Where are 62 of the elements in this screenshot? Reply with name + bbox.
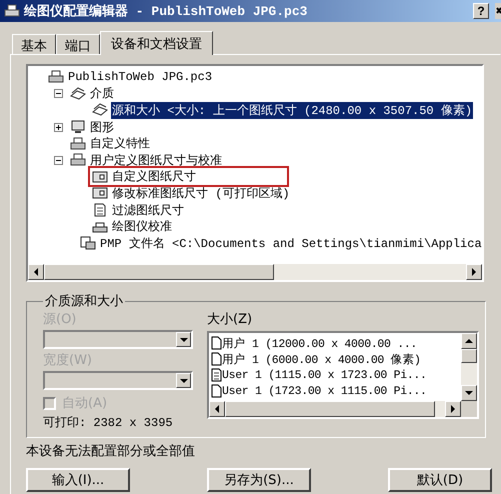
- monitor-icon: [70, 120, 86, 134]
- help-button[interactable]: ?: [473, 3, 489, 19]
- tree-item[interactable]: 源和大小 <大小: 上一个图纸尺寸 (2480.00 x 3507.50 像素): [111, 102, 474, 119]
- paper-stack-icon: [70, 86, 86, 101]
- tree-item[interactable]: 自定义特性: [89, 135, 151, 152]
- scroll-left-icon[interactable]: [209, 401, 225, 417]
- tree-item[interactable]: 绘图仪校准: [111, 218, 173, 236]
- size-label: 大小(Z): [207, 311, 254, 328]
- tab[interactable]: 端口: [56, 34, 100, 54]
- tab[interactable]: 设备和文档设置: [100, 31, 213, 55]
- horizontal-scrollbar[interactable]: [209, 401, 477, 417]
- paper-stack-icon: [92, 103, 108, 118]
- document-icon: [92, 203, 108, 218]
- file-icon: [80, 236, 96, 250]
- dialog-button[interactable]: 输入(I)...: [26, 468, 130, 492]
- tree-item[interactable]: PublishToWeb JPG.pc3: [67, 70, 214, 84]
- expander-icon[interactable]: [54, 89, 63, 98]
- tab[interactable]: 基本: [12, 34, 56, 54]
- scroll-right-icon[interactable]: [445, 401, 461, 417]
- document-icon: [211, 368, 222, 382]
- tree-item[interactable]: 自定义图纸尺寸: [111, 168, 197, 186]
- tree-item[interactable]: 介质: [89, 85, 115, 102]
- page-icon: [211, 384, 222, 398]
- size-item[interactable]: 用户 1 (12000.00 x 4000.00 ...: [222, 336, 418, 350]
- sheet-icon: [92, 170, 108, 184]
- printer-icon: [92, 220, 108, 234]
- scroll-right-icon[interactable]: [466, 264, 482, 280]
- vertical-scrollbar[interactable]: [461, 333, 477, 401]
- tree-item[interactable]: PMP 文件名 <C:\Documents and Settings\tianmimi\Applica: [99, 234, 482, 252]
- scrollbar-thumb[interactable]: [44, 264, 274, 280]
- scrollbar-thumb[interactable]: [461, 349, 477, 363]
- printable-size: 可打印: 2382 x 3395: [43, 415, 174, 431]
- size-item[interactable]: User 1 (1115.00 x 1723.00 Pi...: [222, 368, 427, 382]
- scrollbar-thumb[interactable]: [225, 401, 435, 417]
- plotter-icon: [70, 153, 86, 168]
- tree-item[interactable]: 修改标准图纸尺寸 (可打印区域): [111, 184, 291, 202]
- window-title: 绘图仪配置编辑器 - PublishToWeb JPG.pc3: [24, 2, 308, 20]
- expander-icon[interactable]: [54, 156, 63, 165]
- scroll-down-icon[interactable]: [461, 385, 477, 401]
- sheet-icon: [92, 186, 108, 200]
- size-item[interactable]: 用户 1 (6000.00 x 4000.00 像素): [222, 352, 421, 366]
- page-icon: [211, 336, 222, 350]
- close-icon[interactable]: [495, 3, 501, 19]
- dialog-button[interactable]: 另存为(S)...: [207, 468, 311, 492]
- source-dropdown[interactable]: [43, 330, 193, 349]
- plotter-icon: [4, 3, 20, 19]
- dialog-button[interactable]: 默认(D): [388, 468, 492, 492]
- status-message: 本设备无法配置部分或全部值: [26, 443, 196, 460]
- group-title: 介质源和大小: [44, 293, 124, 310]
- tree-item[interactable]: 图形: [89, 118, 115, 136]
- scroll-left-icon[interactable]: [28, 264, 44, 280]
- expander-icon[interactable]: [54, 122, 63, 132]
- scrollbar-corner: [461, 401, 477, 417]
- scroll-up-icon[interactable]: [461, 333, 477, 349]
- size-item[interactable]: User 1 (1723.00 x 1115.00 Pi...: [222, 384, 427, 398]
- tree-item[interactable]: 用户定义图纸尺寸与校准: [89, 152, 223, 169]
- horizontal-scrollbar[interactable]: [28, 264, 482, 280]
- plotter-icon: [70, 136, 86, 151]
- page-icon: [211, 352, 222, 366]
- plotter-icon: [48, 70, 64, 84]
- tree-item[interactable]: 过滤图纸尺寸: [111, 202, 185, 219]
- width-dropdown[interactable]: [43, 371, 193, 390]
